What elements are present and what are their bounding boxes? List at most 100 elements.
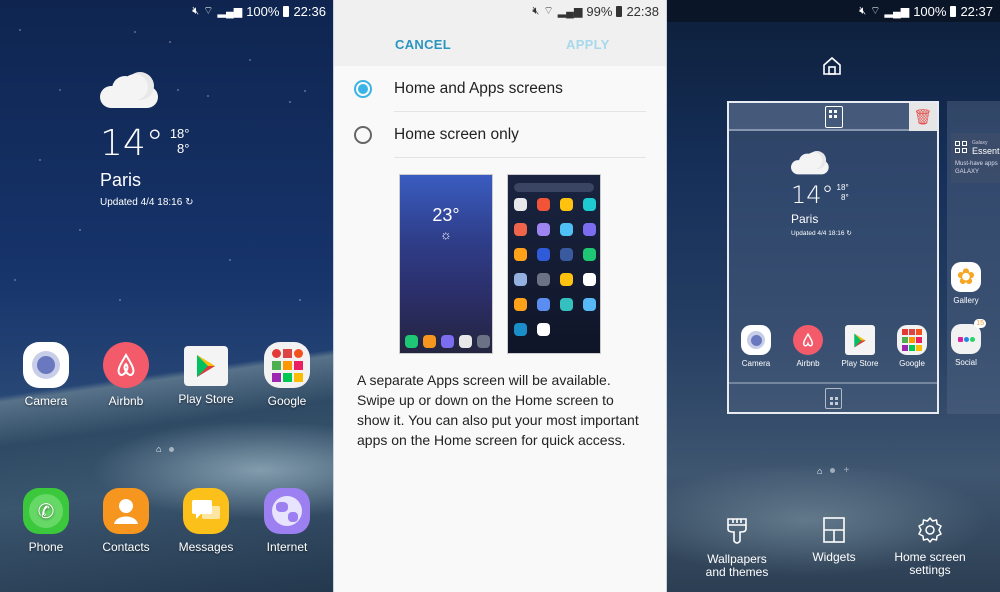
preview-app-icon xyxy=(514,223,527,236)
preview-dock-icon xyxy=(441,335,454,348)
option-home-only[interactable]: Home screen only xyxy=(354,113,646,157)
internet-icon xyxy=(264,488,310,534)
preview-app-icon xyxy=(537,198,550,211)
play-store-icon xyxy=(845,325,875,355)
app-messages[interactable]: Messages xyxy=(174,488,238,554)
high-temp: 18° xyxy=(836,183,849,192)
apps-screen-preview xyxy=(507,174,601,354)
weather-widget[interactable]: 14° 18° 8° Paris Updated 4/4 18:16 ↻ xyxy=(791,151,852,237)
home-screen-panel: 🔇︎ ⌔ ▂▄▆ 100% 22:36 14° 18° 8° Paris Upd… xyxy=(0,0,333,592)
radio-selected[interactable] xyxy=(354,80,372,98)
status-bar: 🔇︎ ⌔ ▂▄▆ 100% 22:36 xyxy=(192,0,333,22)
app-contacts[interactable]: Contacts xyxy=(94,488,158,554)
refresh-icon[interactable]: ↻ xyxy=(185,197,193,208)
airbnb-icon xyxy=(103,342,149,388)
app-label: Internet xyxy=(266,540,308,554)
radio-unselected[interactable] xyxy=(354,126,372,144)
app-label: Google xyxy=(899,359,925,368)
app-social-folder[interactable]: 15 Social xyxy=(941,319,991,367)
app-phone[interactable]: ✆ Phone xyxy=(14,488,78,554)
low-temp: 8° xyxy=(841,193,849,202)
preview-temp: 23° xyxy=(432,205,460,225)
weather-widget[interactable]: 14° 18° 8° Paris Updated 4/4 18:16 ↻ xyxy=(100,72,193,208)
preview-app-icon xyxy=(583,248,596,261)
apply-button[interactable]: APPLY xyxy=(566,37,610,52)
app-google-folder[interactable]: Google xyxy=(887,325,937,368)
option-label: Home screen only xyxy=(394,126,519,143)
home-screen-settings-button[interactable]: Home screen settings xyxy=(890,517,970,577)
preview-search-bar xyxy=(514,183,594,192)
social-folder-icon: 15 xyxy=(951,319,986,354)
app-label: Messages xyxy=(178,540,234,554)
trash-icon: 🗑︎ xyxy=(913,109,933,126)
cancel-button[interactable]: CANCEL xyxy=(395,37,451,52)
delete-page-button[interactable]: 🗑︎ xyxy=(909,103,937,131)
wallpapers-themes-button[interactable]: Wallpapers and themes xyxy=(697,517,777,579)
app-airbnb[interactable]: Airbnb xyxy=(783,325,833,368)
app-airbnb[interactable]: Airbnb xyxy=(94,342,158,408)
airbnb-icon xyxy=(793,325,823,355)
galaxy-apps-icon xyxy=(955,141,967,153)
app-camera[interactable]: Camera xyxy=(731,325,781,368)
divider xyxy=(394,111,646,112)
page-indicator: ⌂ + xyxy=(817,465,849,476)
google-folder-icon xyxy=(264,342,310,388)
home-screen-layout-panel: 🔇︎ ⌔ ▂▄▆ 99% 22:38 CANCEL APPLY Home and… xyxy=(333,0,667,592)
page-dot[interactable] xyxy=(830,468,836,473)
next-page-card[interactable]: Galaxy Essentials Must-have apps GALAXY … xyxy=(947,101,1000,414)
apps-screen-icon[interactable] xyxy=(825,388,842,409)
home-page-icon[interactable]: ⌂ xyxy=(156,444,161,454)
widgets-icon xyxy=(823,517,845,543)
battery-icon xyxy=(950,5,957,17)
add-page-icon[interactable]: + xyxy=(843,465,849,476)
preview-app-icon xyxy=(583,273,596,286)
notification-badge: 15 xyxy=(974,319,986,328)
preview-dock-icon xyxy=(459,335,472,348)
current-temp: 14° xyxy=(791,181,834,209)
option-label: Home and Apps screens xyxy=(394,80,563,97)
app-label: Google xyxy=(267,394,307,408)
galaxy-essentials-widget[interactable]: Galaxy Essentials Must-have apps GALAXY xyxy=(951,133,1000,183)
clock: 22:37 xyxy=(960,3,993,19)
set-default-home-icon[interactable] xyxy=(822,56,842,81)
widget-title: Essentials xyxy=(972,146,1000,156)
preview-app-icon xyxy=(537,273,550,286)
preview-dock-icon xyxy=(477,335,490,348)
option-home-and-apps[interactable]: Home and Apps screens xyxy=(354,67,646,111)
preview-app-icon xyxy=(514,198,527,211)
app-play-store[interactable]: Play Store xyxy=(174,342,238,406)
messages-icon xyxy=(183,488,229,534)
home-edit-panel: 🔇︎ ⌔ ▂▄▆ 100% 22:37 🗑︎ 14° 18° 8° Paris … xyxy=(667,0,1000,592)
app-label: Phone xyxy=(28,540,64,554)
gear-icon xyxy=(918,517,942,543)
page-dot[interactable] xyxy=(169,446,175,452)
preview-app-icon xyxy=(560,273,573,286)
preview-app-icon xyxy=(583,298,596,311)
app-label: Camera xyxy=(24,394,68,408)
app-gallery[interactable]: ✿ Gallery xyxy=(941,262,991,305)
action-label: Home screen settings xyxy=(894,550,966,577)
clock: 22:38 xyxy=(626,3,659,19)
home-page-icon[interactable]: ⌂ xyxy=(817,466,822,476)
app-play-store[interactable]: Play Store xyxy=(835,325,885,368)
preview-app-icon xyxy=(560,248,573,261)
app-google-folder[interactable]: Google xyxy=(255,342,319,408)
battery-icon xyxy=(616,5,623,17)
widget-brand: GALAXY xyxy=(955,169,980,175)
signal-icon: ▂▄▆ xyxy=(884,5,910,18)
apps-grid-icon[interactable] xyxy=(825,106,843,128)
app-internet[interactable]: Internet xyxy=(255,488,319,554)
play-store-icon xyxy=(184,346,228,386)
preview-app-icon xyxy=(514,298,527,311)
app-label: Camera xyxy=(741,359,771,368)
widgets-button[interactable]: Widgets xyxy=(794,517,874,564)
action-label: Wallpapers and themes xyxy=(705,552,769,579)
app-label: Airbnb xyxy=(108,394,144,408)
phone-icon: ✆ xyxy=(23,488,69,534)
updated-time: Updated 4/4 18:16 xyxy=(791,230,845,237)
mute-icon: 🔇︎ xyxy=(192,4,200,17)
home-page-card[interactable]: 🗑︎ 14° 18° 8° Paris Updated 4/4 18:16 ↻ xyxy=(727,101,939,414)
app-camera[interactable]: Camera xyxy=(14,342,78,408)
preview-app-icon xyxy=(537,223,550,236)
google-folder-icon xyxy=(897,325,927,355)
